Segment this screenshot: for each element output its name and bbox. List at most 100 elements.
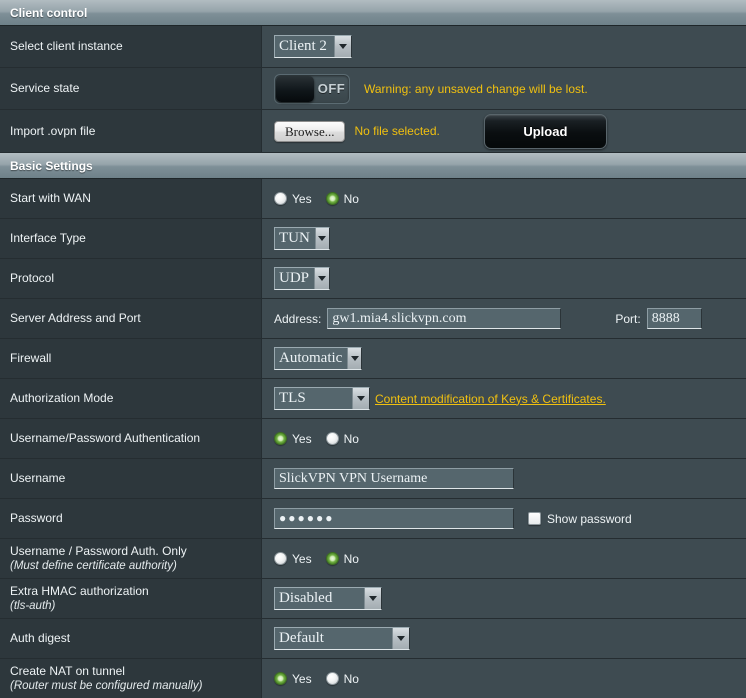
auth-digest-dropdown[interactable]: Default xyxy=(274,627,410,650)
server-port-input[interactable] xyxy=(646,308,702,329)
radio-icon-unselected[interactable] xyxy=(274,552,287,565)
username-password-only-yes[interactable]: Yes xyxy=(274,552,312,566)
row-select-client-instance: Select client instance Client 2 xyxy=(0,26,746,68)
section-header-basic-settings-label: Basic Settings xyxy=(10,159,93,173)
service-state-toggle[interactable]: OFF xyxy=(274,73,350,104)
username-password-auth-no[interactable]: No xyxy=(325,431,359,446)
select-client-instance-dropdown[interactable]: Client 2 xyxy=(274,35,352,58)
label-username-password-auth-only-text: Username / Password Auth. Only xyxy=(10,543,187,558)
start-with-wan-no-label: No xyxy=(343,191,359,206)
chevron-down-icon xyxy=(347,348,361,369)
label-extra-hmac-authorization: Extra HMAC authorization (tls-auth) xyxy=(0,579,262,618)
label-password-text: Password xyxy=(10,511,63,525)
username-password-only-no-label: No xyxy=(343,551,359,566)
firewall-dropdown[interactable]: Automatic xyxy=(274,347,362,370)
label-firewall-text: Firewall xyxy=(10,351,52,365)
value-username-password-authentication: Yes No xyxy=(262,419,746,458)
label-authorization-mode: Authorization Mode xyxy=(0,379,262,418)
label-server-address-and-port: Server Address and Port xyxy=(0,299,262,338)
radio-icon-unselected[interactable] xyxy=(274,192,287,205)
username-password-only-yes-label: Yes xyxy=(292,551,312,566)
start-with-wan-yes[interactable]: Yes xyxy=(274,192,312,206)
radio-icon-unselected[interactable] xyxy=(325,432,339,445)
keys-certificates-link[interactable]: Content modification of Keys & Certifica… xyxy=(375,392,606,406)
interface-type-dropdown[interactable]: TUN xyxy=(274,227,330,250)
label-import-ovpn-file: Import .ovpn file xyxy=(0,110,262,152)
username-password-auth-no-label: No xyxy=(343,431,359,446)
label-select-client-instance-text: Select client instance xyxy=(10,39,123,53)
start-with-wan-yes-label: Yes xyxy=(292,191,312,206)
row-start-with-wan: Start with WAN Yes No xyxy=(0,179,746,219)
extra-hmac-dropdown[interactable]: Disabled xyxy=(274,587,382,610)
value-authorization-mode: TLS Content modification of Keys & Certi… xyxy=(262,379,746,418)
row-protocol: Protocol UDP xyxy=(0,259,746,299)
start-with-wan-no[interactable]: No xyxy=(325,191,359,206)
username-password-only-no[interactable]: No xyxy=(325,551,359,566)
browse-button[interactable]: Browse... xyxy=(274,120,346,142)
create-nat-no[interactable]: No xyxy=(325,671,359,686)
row-firewall: Firewall Automatic xyxy=(0,339,746,379)
create-nat-yes-label: Yes xyxy=(292,671,312,686)
auth-digest-value: Default xyxy=(279,630,324,646)
label-protocol: Protocol xyxy=(0,259,262,298)
row-authorization-mode: Authorization Mode TLS Content modificat… xyxy=(0,379,746,419)
row-service-state: Service state OFF Warning: any unsaved c… xyxy=(0,68,746,110)
value-username xyxy=(262,459,746,498)
label-username-password-auth-only: Username / Password Auth. Only (Must def… xyxy=(0,539,262,578)
radio-icon-selected[interactable] xyxy=(274,672,287,685)
openvpn-client-settings-panel: Client control Select client instance Cl… xyxy=(0,0,746,698)
toggle-state-label: OFF xyxy=(317,81,346,96)
extra-hmac-value: Disabled xyxy=(279,590,333,606)
username-password-auth-yes-label: Yes xyxy=(292,431,312,446)
server-address-input[interactable] xyxy=(327,308,562,329)
row-interface-type: Interface Type TUN xyxy=(0,219,746,259)
show-password-checkbox[interactable] xyxy=(528,512,541,525)
label-service-state-text: Service state xyxy=(10,81,80,95)
label-username: Username xyxy=(0,459,262,498)
row-username: Username xyxy=(0,459,746,499)
protocol-dropdown[interactable]: UDP xyxy=(274,267,330,290)
radio-icon-selected[interactable] xyxy=(274,432,287,445)
start-with-wan-radio-group: Yes No xyxy=(274,192,373,206)
label-auth-digest-text: Auth digest xyxy=(10,631,71,645)
authorization-mode-value: TLS xyxy=(279,390,306,406)
value-import-ovpn-file: Browse... No file selected. Upload xyxy=(262,110,746,152)
label-auth-digest: Auth digest xyxy=(0,619,262,658)
value-extra-hmac-authorization: Disabled xyxy=(262,579,746,618)
interface-type-value: TUN xyxy=(279,230,310,246)
row-auth-digest: Auth digest Default xyxy=(0,619,746,659)
value-service-state: OFF Warning: any unsaved change will be … xyxy=(262,68,746,109)
row-import-ovpn-file: Import .ovpn file Browse... No file sele… xyxy=(0,110,746,153)
chevron-down-icon xyxy=(392,628,409,649)
create-nat-yes[interactable]: Yes xyxy=(274,672,312,686)
label-username-text: Username xyxy=(10,471,66,485)
upload-button[interactable]: Upload xyxy=(483,113,607,149)
chevron-down-icon xyxy=(314,268,329,289)
authorization-mode-dropdown[interactable]: TLS xyxy=(274,387,370,410)
label-start-with-wan-text: Start with WAN xyxy=(10,191,91,205)
value-server-address-and-port: Address: Port: xyxy=(262,299,746,338)
label-interface-type: Interface Type xyxy=(0,219,262,258)
row-extra-hmac-authorization: Extra HMAC authorization (tls-auth) Disa… xyxy=(0,579,746,619)
password-input[interactable] xyxy=(274,508,514,529)
radio-icon-selected[interactable] xyxy=(325,192,339,205)
value-firewall: Automatic xyxy=(262,339,746,378)
section-header-basic-settings: Basic Settings xyxy=(0,153,746,179)
chevron-down-icon xyxy=(314,228,329,249)
username-password-auth-yes[interactable]: Yes xyxy=(274,432,312,446)
row-username-password-auth-only: Username / Password Auth. Only (Must def… xyxy=(0,539,746,579)
create-nat-radio-group: Yes No xyxy=(274,672,373,686)
radio-icon-unselected[interactable] xyxy=(325,672,339,685)
label-interface-type-text: Interface Type xyxy=(10,231,86,245)
row-username-password-authentication: Username/Password Authentication Yes No xyxy=(0,419,746,459)
username-input[interactable] xyxy=(274,468,514,489)
unsaved-change-warning: Warning: any unsaved change will be lost… xyxy=(364,81,588,96)
section-header-client-control-label: Client control xyxy=(10,6,88,20)
label-username-password-authentication: Username/Password Authentication xyxy=(0,419,262,458)
create-nat-no-label: No xyxy=(343,671,359,686)
radio-icon-selected[interactable] xyxy=(325,552,339,565)
port-field-label: Port: xyxy=(615,311,641,326)
value-start-with-wan: Yes No xyxy=(262,179,746,218)
protocol-value: UDP xyxy=(279,270,310,286)
label-select-client-instance: Select client instance xyxy=(0,26,262,67)
